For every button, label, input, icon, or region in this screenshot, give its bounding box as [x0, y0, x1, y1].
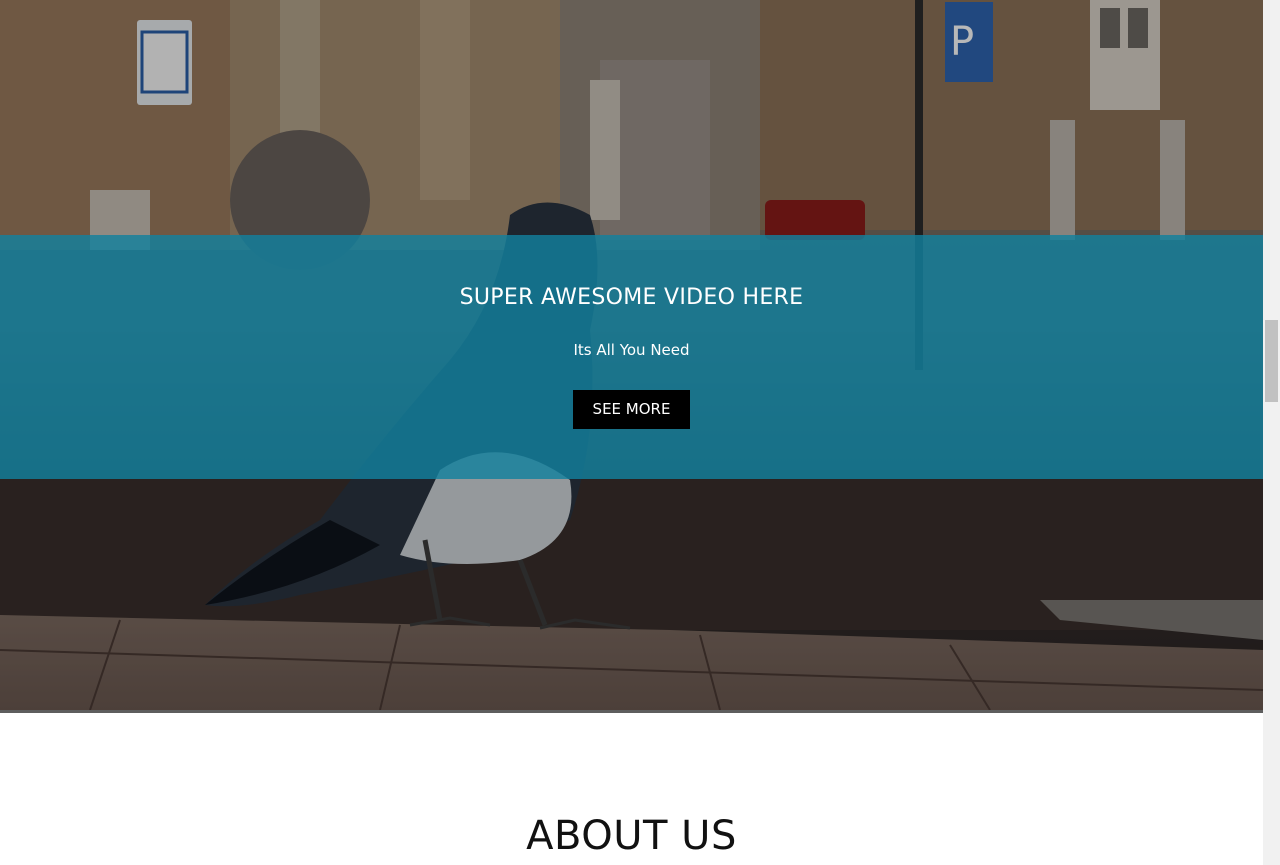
about-heading: ABOUT US	[526, 813, 737, 859]
scrollbar-thumb[interactable]	[1265, 320, 1278, 402]
video-hero-section: P SUPER AWESOME VIDEO HERE Its All You N…	[0, 0, 1263, 710]
see-more-button[interactable]: SEE MORE	[573, 390, 690, 429]
page-scrollbar[interactable]	[1263, 0, 1280, 865]
hero-caption-banner: SUPER AWESOME VIDEO HERE Its All You Nee…	[0, 235, 1263, 479]
page: P SUPER AWESOME VIDEO HERE Its All You N…	[0, 0, 1280, 865]
hero-title: SUPER AWESOME VIDEO HERE	[459, 285, 804, 310]
hero-subtitle: Its All You Need	[573, 341, 690, 359]
about-section: ABOUT US	[0, 713, 1263, 865]
